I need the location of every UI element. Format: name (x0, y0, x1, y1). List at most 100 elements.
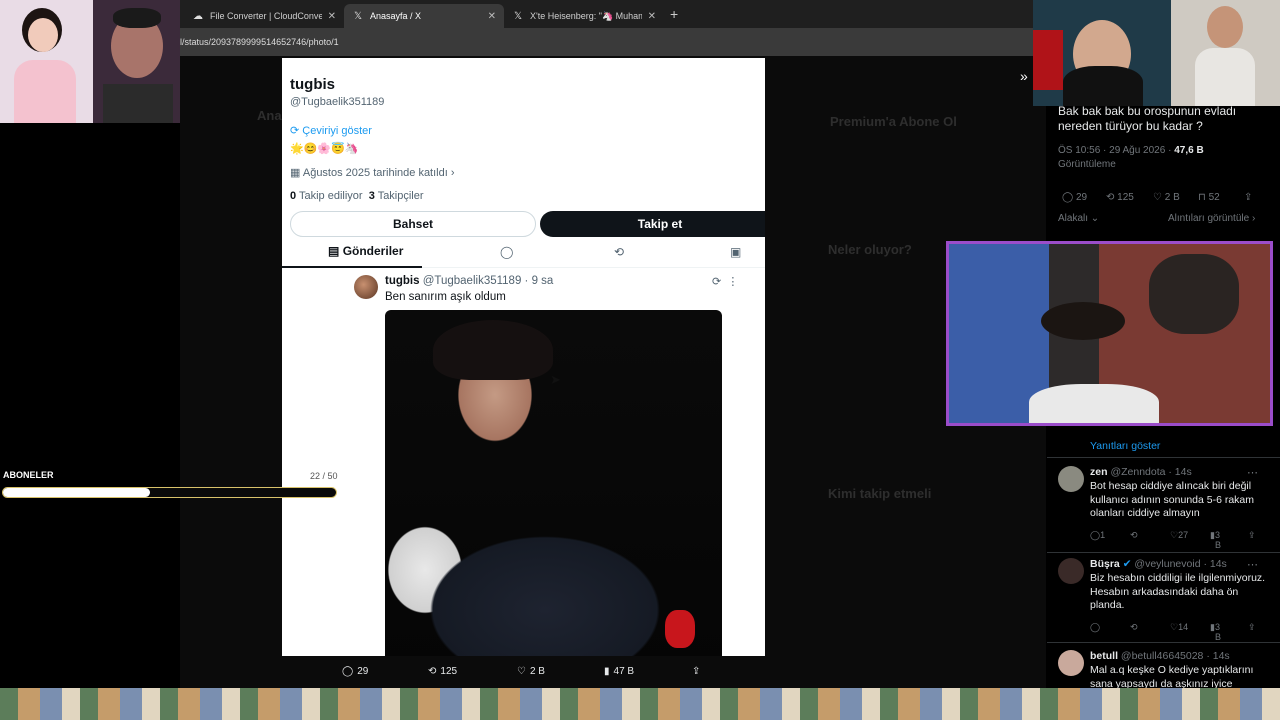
profile-name: tugbis (290, 76, 335, 93)
follow-counts[interactable]: 0 Takip ediliyor 3 Takipçiler (290, 190, 424, 202)
followers-label: Takipçiler (377, 190, 424, 202)
bookmark-count: 52 (1208, 192, 1220, 203)
like-count: 14 (1178, 622, 1189, 632)
reply-count: 29 (1075, 192, 1088, 203)
view-count: 47,6 B (1174, 145, 1204, 156)
tab-posts[interactable]: ▤ Gönderiler (328, 244, 403, 258)
repost-button[interactable]: ⟲ 125 (428, 666, 457, 677)
reply-item[interactable]: betull @betull46645028 · 14s Mal a.q keş… (1047, 650, 1280, 690)
share-icon[interactable]: ⇪ (1248, 530, 1256, 541)
chart-icon: ▮ (604, 666, 610, 677)
repost-icon[interactable]: ⟲ (1130, 622, 1138, 633)
trends-title: Neler oluyor? (828, 242, 912, 257)
browser-tab-bar: ☁ File Converter | CloudConvert ✕ 𝕏 Anas… (180, 0, 1033, 28)
url-text: l/status/2093789999514652746/photo/1 (180, 37, 339, 47)
translate-label: Çeviriyi göster (302, 125, 372, 137)
tab-label: X'te Heisenberg: "🦄 Muhamme (530, 10, 642, 21)
avatar[interactable] (354, 275, 378, 299)
show-replies-link[interactable]: Yanıtları göster (1090, 440, 1160, 452)
subscribers-count: 22 / 50 (310, 471, 338, 481)
reply-header: betull @betull46645028 · 14s (1090, 650, 1230, 662)
reply-text: Bot hesap ciddiye alıncak biri değil kul… (1090, 480, 1255, 519)
image-detail (433, 320, 553, 380)
reply-author: Büşra (1090, 558, 1120, 570)
like-count: 2 B (529, 666, 545, 677)
more-icon[interactable]: ⋯ (1247, 466, 1258, 479)
reply-icon[interactable]: ◯ (1090, 622, 1100, 633)
view-count: 3 B (1214, 530, 1221, 550)
browser-tab[interactable]: 𝕏 X'te Heisenberg: "🦄 Muhamme ✕ (504, 4, 664, 28)
subscribers-progress-fill (3, 488, 150, 497)
mention-button[interactable]: Bahset (290, 211, 536, 237)
avatar[interactable] (1058, 650, 1084, 676)
reply-item[interactable]: zen @Zenndota · 14s ⋯ Bot hesap ciddiye … (1047, 466, 1280, 556)
heart-icon[interactable]: ♡ 14 (1170, 622, 1188, 633)
avatar[interactable] (1058, 466, 1084, 492)
quotes-link[interactable]: Alıntıları görüntüle › (1168, 213, 1255, 224)
heart-icon: ♡ (517, 666, 526, 677)
share-button[interactable]: ⇪ (692, 666, 700, 677)
repost-count: 125 (440, 666, 458, 677)
new-tab-button[interactable]: + (670, 6, 678, 22)
joined-date: ▦ Ağustos 2025 tarihinde katıldı › (290, 167, 455, 179)
view-count: 3 B (1214, 622, 1221, 642)
webcam-right-2 (1171, 0, 1280, 106)
repost-icon: ⟲ (1106, 192, 1115, 203)
repost-count: 125 (1117, 192, 1134, 203)
reply-icon[interactable]: ◯ 1 (1090, 530, 1105, 541)
close-icon[interactable]: ✕ (488, 11, 496, 22)
repost-stat[interactable]: ⟲ 125 (1106, 192, 1134, 203)
tweet-stats: ◯ 29 ⟲ 125 ♡ 2 B ⊓ 52 ⇪ (1058, 192, 1273, 206)
browser-tab[interactable]: 𝕏 Anasayfa / X ✕ (344, 4, 504, 28)
reply-handle: @Zenndota · 14s (1110, 466, 1192, 478)
profile-handle: @Tugbaelik351189 (290, 96, 385, 108)
reply-author: zen (1090, 466, 1108, 478)
reply-button[interactable]: ◯ 29 (342, 666, 368, 677)
avatar[interactable] (1058, 558, 1084, 584)
share-icon[interactable]: ⇪ (1244, 192, 1252, 203)
webcam-main (946, 241, 1273, 426)
mouse-cursor-icon: ➤ (550, 372, 561, 387)
more-icon[interactable]: ⟳ ⋮ (712, 275, 738, 288)
share-icon[interactable]: ⇪ (1248, 622, 1256, 633)
image-detail (665, 610, 695, 648)
webcam-left-1 (0, 0, 93, 123)
like-stat[interactable]: ♡ 2 B (1153, 192, 1180, 203)
close-icon[interactable]: ✕ (648, 11, 656, 22)
share-icon: ⇪ (692, 666, 701, 677)
translate-link[interactable]: ⟳ Çeviriyi göster (290, 124, 372, 137)
chart-icon[interactable]: ▮ 3 B (1210, 530, 1221, 550)
reply-stat[interactable]: ◯ 29 (1062, 192, 1087, 203)
heart-icon[interactable]: ♡ 27 (1170, 530, 1188, 541)
views-button[interactable]: ▮ 47 B (604, 666, 634, 677)
sort-dropdown[interactable]: Alakalı ⌄ (1058, 213, 1099, 224)
follow-button[interactable]: Takip et (540, 211, 765, 237)
collapse-panel-icon[interactable]: » (1020, 68, 1028, 84)
x-logo-icon: 𝕏 (513, 10, 523, 22)
chart-icon[interactable]: ▮ 3 B (1210, 622, 1221, 642)
reply-tab-icon[interactable]: ◯ (500, 245, 513, 259)
tweet-timestamp: ÖS 10:56 · 29 Ağu 2026 · 47,6 B (1058, 145, 1204, 156)
tweet-image[interactable] (385, 310, 722, 656)
repost-icon[interactable]: ⟲ (1130, 530, 1138, 541)
like-button[interactable]: ♡ 2 B (517, 666, 545, 677)
reply-text: Mal a.q keşke O kediye yaptıklarını sana… (1090, 664, 1254, 690)
browser-tab[interactable]: ☁ File Converter | CloudConvert ✕ (184, 4, 344, 28)
media-tab-icon[interactable]: ▣ (730, 245, 741, 259)
tab-posts-label: Gönderiler (342, 244, 404, 258)
address-bar[interactable]: l/status/2093789999514652746/photo/1 (180, 28, 1033, 56)
like-count: 2 B (1164, 192, 1180, 203)
reply-item[interactable]: Büşra ✔ @veylunevoid · 14s ⋯ Biz hesabın… (1047, 558, 1280, 642)
reply-header: zen @Zenndota · 14s (1090, 466, 1192, 478)
tab-label: File Converter | CloudConvert (210, 11, 322, 21)
close-icon[interactable]: ✕ (328, 11, 336, 22)
joined-text: Ağustos 2025 tarihinde katıldı (302, 167, 448, 179)
bookmark-stat[interactable]: ⊓ 52 (1198, 192, 1220, 203)
reply-author: betull (1090, 650, 1118, 662)
following-count: 0 (290, 190, 297, 202)
more-icon[interactable]: ⋯ (1247, 558, 1258, 571)
repost-tab-icon[interactable]: ⟲ (614, 245, 624, 259)
reply-handle: @betull46645028 · 14s (1120, 650, 1230, 662)
repost-icon: ⟲ (428, 666, 437, 677)
posts-icon: ▤ (328, 244, 340, 258)
